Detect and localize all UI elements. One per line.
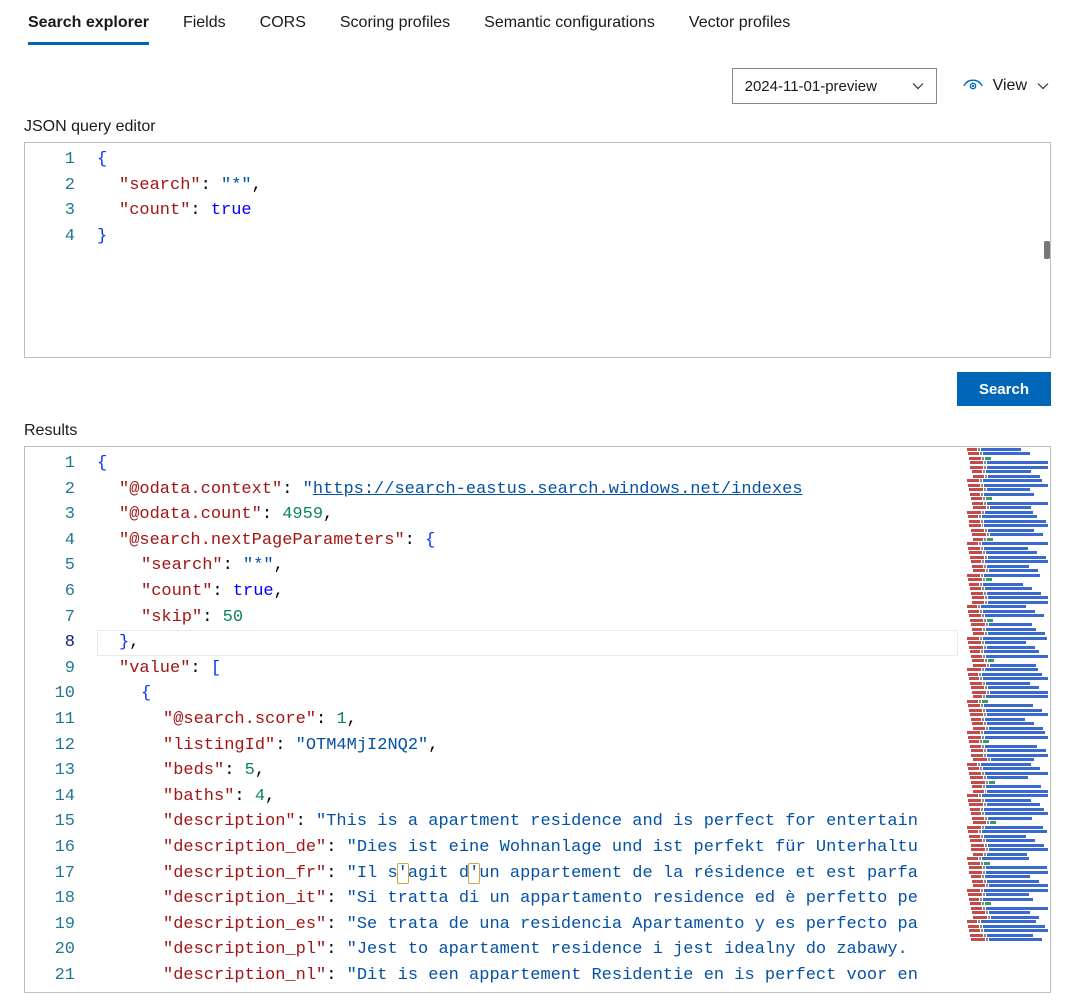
chevron-down-icon	[912, 80, 924, 92]
tab-cors[interactable]: CORS	[260, 8, 306, 44]
tab-semantic-configurations[interactable]: Semantic configurations	[484, 8, 655, 44]
search-button[interactable]: Search	[957, 372, 1051, 406]
chevron-down-icon	[1037, 80, 1049, 92]
toolbar: 2024-11-01-preview View	[0, 44, 1075, 116]
tab-search-explorer[interactable]: Search explorer	[28, 8, 149, 45]
query-editor-label: JSON query editor	[0, 116, 1075, 142]
results-label: Results	[0, 420, 1075, 446]
scrollbar-thumb[interactable]	[1044, 241, 1050, 259]
results-editor[interactable]: 123456789101112131415161718192021 {"@oda…	[24, 446, 1051, 993]
api-version-dropdown[interactable]: 2024-11-01-preview	[732, 68, 937, 104]
view-label: View	[993, 77, 1027, 95]
view-eye-icon	[963, 79, 983, 93]
json-query-editor[interactable]: 1234 {"search": "*","count": true}	[24, 142, 1051, 358]
tab-vector-profiles[interactable]: Vector profiles	[689, 8, 790, 44]
view-button[interactable]: View	[963, 77, 1049, 95]
query-gutter: 1234	[25, 143, 97, 253]
results-code[interactable]: {"@odata.context": "https://search-eastu…	[97, 447, 958, 992]
api-version-value: 2024-11-01-preview	[745, 78, 877, 95]
tab-bar: Search explorer Fields CORS Scoring profile…	[0, 0, 1075, 44]
tab-scoring-profiles[interactable]: Scoring profiles	[340, 8, 450, 44]
results-gutter: 123456789101112131415161718192021	[25, 447, 97, 992]
minimap[interactable]	[958, 447, 1050, 992]
query-code[interactable]: {"search": "*","count": true}	[97, 143, 1050, 253]
tab-fields[interactable]: Fields	[183, 8, 226, 44]
